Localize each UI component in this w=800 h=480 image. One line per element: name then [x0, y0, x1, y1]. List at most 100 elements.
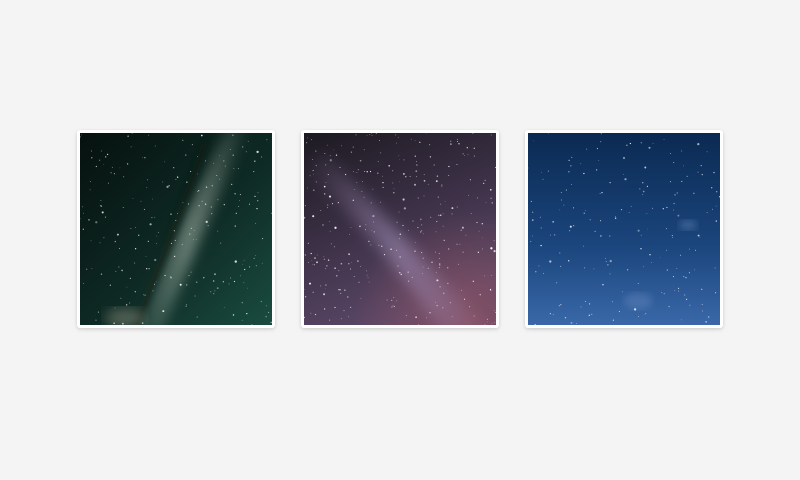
star: [644, 314, 646, 315]
star: [396, 221, 398, 223]
photo-card-1[interactable]: [77, 130, 275, 328]
star: [188, 275, 190, 277]
star: [238, 206, 240, 207]
star: [156, 235, 158, 237]
star: [558, 305, 561, 307]
star: [138, 234, 140, 236]
star: [532, 235, 533, 237]
star: [438, 214, 440, 216]
star: [477, 251, 480, 253]
star: [119, 167, 121, 169]
star: [243, 260, 245, 261]
star: [154, 258, 157, 262]
star: [392, 305, 394, 307]
star: [676, 268, 678, 270]
star: [491, 322, 493, 324]
star: [494, 309, 496, 311]
star: [369, 133, 371, 136]
star: [677, 214, 680, 217]
star: [329, 230, 331, 232]
star: [173, 230, 175, 232]
star: [333, 246, 335, 248]
star: [148, 268, 150, 270]
star: [559, 252, 561, 254]
star: [589, 219, 591, 221]
star: [431, 261, 433, 263]
star: [416, 164, 418, 166]
star: [191, 144, 193, 146]
star: [115, 270, 117, 272]
star: [464, 154, 465, 156]
star: [193, 239, 195, 240]
star: [106, 153, 109, 156]
star: [556, 282, 558, 284]
star: [395, 134, 397, 136]
star: [572, 207, 575, 209]
star: [618, 311, 620, 313]
star: [549, 260, 552, 263]
star: [595, 169, 598, 171]
star: [353, 275, 355, 277]
star: [156, 281, 158, 283]
star: [405, 314, 408, 317]
star: [674, 194, 676, 196]
star: [571, 156, 573, 158]
star: [324, 193, 326, 195]
star: [142, 322, 144, 324]
star: [493, 240, 495, 242]
star: [90, 240, 92, 242]
star: [224, 165, 226, 167]
star: [532, 219, 534, 221]
star: [702, 310, 703, 312]
star: [340, 292, 342, 294]
star: [427, 183, 429, 185]
star: [439, 286, 441, 288]
star: [645, 312, 647, 314]
star: [715, 205, 717, 207]
star: [353, 171, 354, 173]
star: [265, 316, 267, 318]
star: [586, 148, 588, 150]
star: [310, 139, 312, 141]
star: [157, 231, 159, 233]
star: [327, 207, 328, 209]
photo-card-2[interactable]: [301, 130, 499, 328]
star: [241, 302, 243, 304]
star: [448, 174, 450, 176]
star: [580, 163, 582, 165]
star: [366, 171, 368, 173]
star: [490, 197, 492, 199]
star: [312, 169, 314, 172]
star: [673, 162, 675, 164]
star: [377, 172, 379, 174]
star: [647, 228, 649, 230]
star: [233, 168, 235, 169]
star: [414, 140, 416, 141]
star: [316, 254, 318, 256]
star: [339, 166, 341, 168]
star: [310, 312, 312, 314]
star: [164, 161, 166, 163]
star: [646, 185, 649, 188]
star: [123, 176, 125, 178]
star: [363, 149, 365, 151]
star: [152, 198, 154, 200]
star: [360, 298, 362, 299]
star: [564, 317, 567, 319]
star: [173, 255, 176, 258]
star: [489, 188, 492, 191]
star: [672, 237, 674, 238]
photo-card-3[interactable]: [525, 130, 723, 328]
night-sky-photo-purple: [304, 133, 496, 325]
star: [107, 182, 110, 184]
star: [266, 139, 268, 141]
star: [451, 207, 454, 210]
star: [438, 266, 441, 269]
star: [423, 195, 425, 197]
star: [126, 286, 128, 288]
star: [382, 175, 384, 177]
star: [699, 237, 701, 238]
star: [601, 191, 603, 194]
star: [339, 289, 341, 291]
star: [681, 150, 683, 152]
